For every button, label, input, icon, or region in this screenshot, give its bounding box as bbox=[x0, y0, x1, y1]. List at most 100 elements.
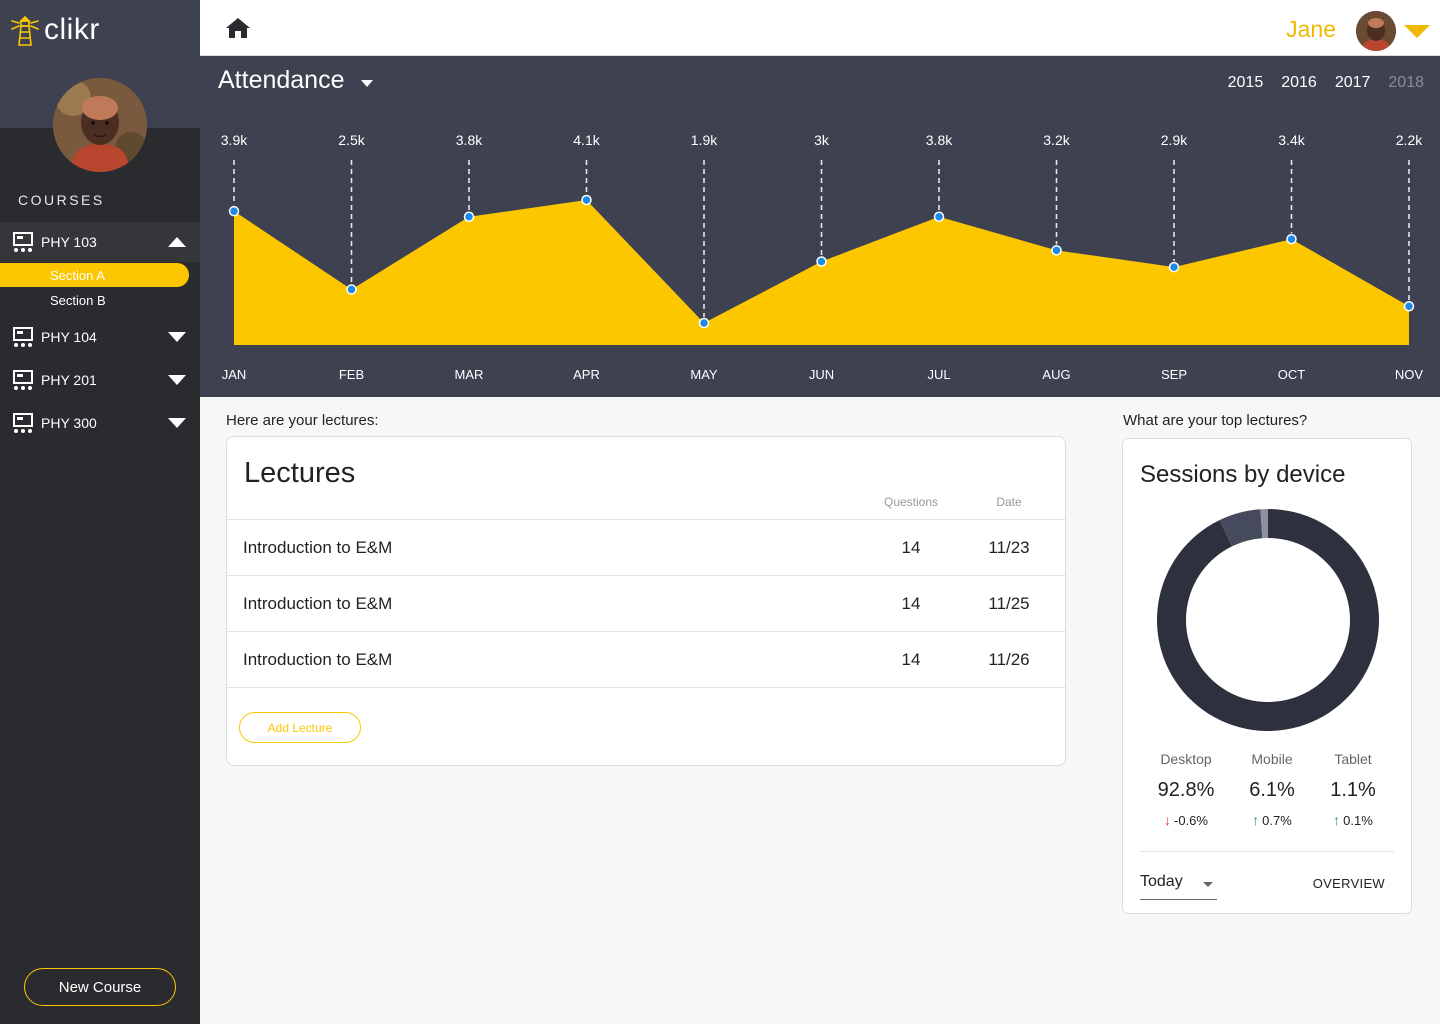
device-tablet: Tablet 1.1% ↑ 0.1% bbox=[1313, 751, 1393, 828]
year-2018[interactable]: 2018 bbox=[1388, 74, 1424, 92]
lecture-questions: 14 bbox=[901, 594, 921, 613]
profile-avatar[interactable] bbox=[53, 78, 147, 172]
attendance-area bbox=[234, 200, 1409, 345]
table-row[interactable]: Introduction to E&M 14 11/25 bbox=[227, 575, 1065, 631]
chart-dropdown-caret-icon[interactable] bbox=[361, 80, 373, 87]
person-photo-icon bbox=[1356, 11, 1396, 51]
data-label: 3.9k bbox=[221, 132, 248, 148]
questions-column-header: Questions bbox=[883, 495, 939, 509]
device-name: Desktop bbox=[1160, 751, 1212, 767]
x-tick-label: NOV bbox=[1395, 367, 1424, 382]
period-select[interactable]: Today bbox=[1140, 873, 1217, 900]
course-group-phy-201: PHY 201 bbox=[0, 360, 200, 400]
lectures-caption: Here are your lectures: bbox=[226, 412, 379, 429]
data-point[interactable] bbox=[816, 256, 827, 267]
section-item-b[interactable]: Section B bbox=[0, 288, 189, 312]
section-item-a[interactable]: Section A bbox=[0, 263, 189, 287]
course-item-phy-103[interactable]: PHY 103 bbox=[0, 222, 200, 262]
data-point[interactable] bbox=[698, 317, 710, 329]
year-selector: 2015 2016 2017 2018 bbox=[1228, 74, 1424, 92]
chevron-down-icon bbox=[1203, 882, 1213, 887]
course-board-icon bbox=[13, 370, 33, 390]
x-tick-label: APR bbox=[573, 367, 600, 382]
x-tick-label: MAY bbox=[690, 367, 718, 382]
data-point[interactable] bbox=[1403, 300, 1415, 312]
sessions-card: Sessions by device Desktop 92.8% ↓ -0.6%… bbox=[1122, 438, 1412, 914]
data-label: 2.2k bbox=[1396, 132, 1423, 148]
course-item-phy-300[interactable]: PHY 300 bbox=[0, 403, 200, 443]
table-row[interactable]: Introduction to E&M 14 11/23 bbox=[227, 519, 1065, 575]
course-name: PHY 300 bbox=[41, 415, 97, 431]
course-group-phy-104: PHY 104 bbox=[0, 317, 200, 357]
device-name: Tablet bbox=[1334, 751, 1372, 767]
donut-slice-desktop[interactable] bbox=[1157, 509, 1379, 731]
data-label: 3.8k bbox=[926, 132, 953, 148]
x-tick-label: JUN bbox=[809, 367, 834, 382]
chart-title[interactable]: Attendance bbox=[218, 66, 345, 95]
arrow-up-icon: ↑ bbox=[1333, 812, 1341, 828]
data-point[interactable] bbox=[1286, 233, 1297, 245]
user-menu-caret-icon[interactable] bbox=[1404, 25, 1430, 38]
lecture-date: 11/25 bbox=[988, 594, 1030, 613]
course-board-icon bbox=[13, 232, 33, 252]
arrow-down-icon: ↓ bbox=[1164, 812, 1172, 828]
data-label: 4.1k bbox=[573, 132, 600, 148]
data-point[interactable] bbox=[581, 194, 592, 206]
lecture-name: Introduction to E&M bbox=[243, 650, 393, 669]
expand-caret-icon[interactable] bbox=[168, 332, 186, 342]
lecture-name: Introduction to E&M bbox=[243, 594, 393, 613]
data-label: 2.9k bbox=[1161, 132, 1188, 148]
expand-caret-icon[interactable] bbox=[168, 418, 186, 428]
device-percent: 1.1% bbox=[1330, 779, 1376, 801]
app-logo[interactable]: clikr bbox=[10, 12, 100, 48]
year-2016[interactable]: 2016 bbox=[1281, 74, 1317, 92]
courses-heading: COURSES bbox=[18, 192, 105, 208]
x-tick-label: SEP bbox=[1161, 367, 1187, 382]
course-item-phy-104[interactable]: PHY 104 bbox=[0, 317, 200, 357]
course-board-icon bbox=[13, 413, 33, 433]
data-point[interactable] bbox=[1168, 261, 1180, 273]
device-change: ↑ 0.7% bbox=[1232, 812, 1312, 828]
data-label: 3.4k bbox=[1278, 132, 1305, 148]
course-item-phy-201[interactable]: PHY 201 bbox=[0, 360, 200, 400]
device-desktop: Desktop 92.8% ↓ -0.6% bbox=[1146, 751, 1226, 828]
lecture-questions: 14 bbox=[901, 538, 921, 557]
device-change: ↑ 0.1% bbox=[1313, 812, 1393, 828]
x-tick-label: OCT bbox=[1278, 367, 1306, 382]
device-donut-chart bbox=[1157, 509, 1379, 731]
expand-caret-icon[interactable] bbox=[168, 375, 186, 385]
x-tick-label: JAN bbox=[222, 367, 247, 382]
arrow-up-icon: ↑ bbox=[1252, 812, 1260, 828]
data-point[interactable] bbox=[933, 211, 945, 223]
data-point[interactable] bbox=[1051, 245, 1062, 256]
collapse-caret-icon[interactable] bbox=[168, 237, 186, 247]
course-name: PHY 201 bbox=[41, 372, 97, 388]
x-tick-label: FEB bbox=[339, 367, 364, 382]
data-point[interactable] bbox=[346, 284, 357, 295]
device-percent: 92.8% bbox=[1157, 779, 1215, 801]
data-label: 3.2k bbox=[1043, 132, 1070, 148]
lighthouse-icon bbox=[11, 15, 39, 46]
data-point[interactable] bbox=[228, 205, 240, 217]
add-lecture-button[interactable]: Add Lecture bbox=[239, 712, 361, 743]
table-divider bbox=[227, 687, 1065, 688]
year-2017[interactable]: 2017 bbox=[1335, 74, 1371, 92]
lectures-card: Lectures Questions Date Introduction to … bbox=[226, 436, 1066, 766]
sidebar: clikr COURSES PHY 103 Section A Section … bbox=[0, 0, 200, 1024]
user-name[interactable]: Jane bbox=[1286, 16, 1336, 43]
user-avatar[interactable] bbox=[1356, 11, 1396, 51]
data-label: 2.5k bbox=[338, 132, 365, 148]
card-divider bbox=[1140, 851, 1394, 852]
course-group-phy-103: PHY 103 Section A Section B bbox=[0, 222, 200, 312]
lecture-name: Introduction to E&M bbox=[243, 538, 393, 557]
new-course-button[interactable]: New Course bbox=[24, 968, 176, 1006]
attendance-chart: 3.9k JAN 2.5k FEB 3.8k MAR 4.1k APR 1.9k MAY 3k JUN… bbox=[221, 132, 1424, 382]
home-icon[interactable] bbox=[225, 16, 251, 40]
data-point[interactable] bbox=[463, 211, 475, 223]
table-row[interactable]: Introduction to E&M 14 11/26 bbox=[227, 631, 1065, 687]
lecture-questions: 14 bbox=[901, 650, 921, 669]
person-photo-icon bbox=[53, 78, 147, 172]
year-2015[interactable]: 2015 bbox=[1228, 74, 1264, 92]
device-change-value: -0.6% bbox=[1174, 812, 1208, 828]
overview-link[interactable]: OVERVIEW bbox=[1313, 876, 1385, 891]
